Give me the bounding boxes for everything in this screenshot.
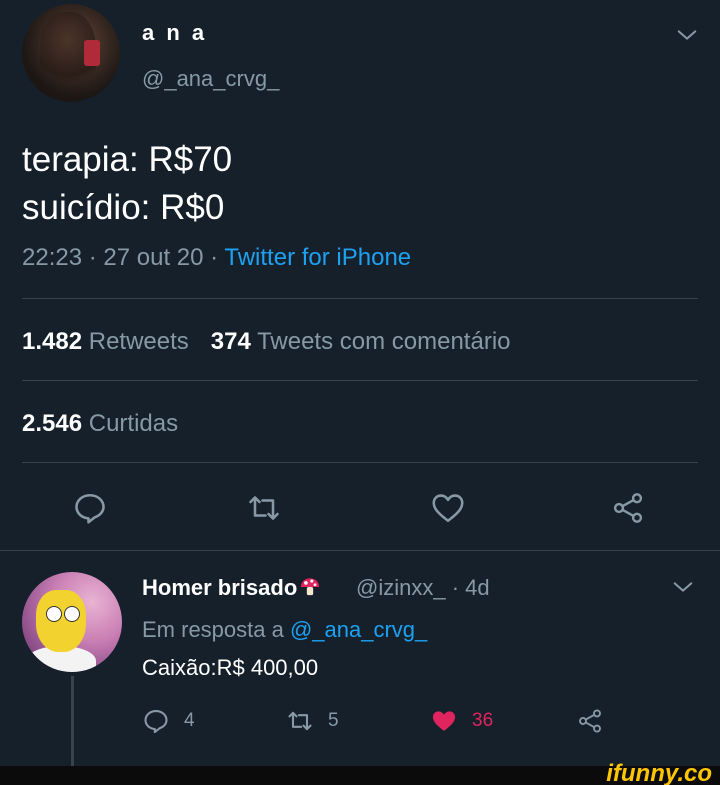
reply-icon[interactable] <box>72 490 108 526</box>
in-reply-to: Em resposta a @_ana_crvg_ <box>142 617 427 643</box>
likes-label: Curtidas <box>88 410 179 437</box>
retweet-icon <box>288 711 312 731</box>
reply-reply-button[interactable]: 4 <box>142 706 195 736</box>
watermark-logo: ifunny.co <box>606 760 712 785</box>
reply-age: · 4d <box>451 575 490 600</box>
in-reply-to-mention[interactable]: @_ana_crvg_ <box>290 617 427 642</box>
reply-retweet-button[interactable]: 5 <box>286 706 339 736</box>
reply-handle-text: @izinxx_ <box>356 575 446 600</box>
author-avatar[interactable] <box>22 4 120 102</box>
retweets-label: Retweets <box>88 328 189 355</box>
like-count: 36 <box>472 710 494 731</box>
reply-count: 4 <box>184 710 195 731</box>
in-reply-to-prefix: Em resposta a <box>142 617 284 642</box>
reply-tweet-text: Caixão:R$ 400,00 <box>142 655 319 680</box>
mushroom-icon <box>301 578 320 596</box>
tweet-meta: 22:23 · 27 out 20 · Twitter for iPhone <box>22 244 411 272</box>
reply-icon <box>144 710 168 734</box>
retweet-count: 5 <box>328 710 339 731</box>
likes-stat[interactable]: 2.546 Curtidas <box>22 410 178 438</box>
share-icon[interactable] <box>610 490 646 526</box>
chevron-down-icon[interactable] <box>672 576 694 598</box>
tweet-text: terapia: R$70 suicídio: R$0 <box>22 140 233 227</box>
tweet-source-link[interactable]: Twitter for iPhone <box>224 244 411 271</box>
reply-author-handle[interactable]: @izinxx_ · 4d <box>356 575 490 601</box>
thread-line <box>71 676 74 766</box>
chevron-down-icon[interactable] <box>676 24 698 46</box>
reply-display-name: Homer brisado <box>142 575 298 600</box>
retweets-count: 1.482 <box>22 328 83 355</box>
quotes-label: Tweets com comentário <box>257 328 511 355</box>
reply-share-button[interactable] <box>576 706 604 736</box>
meta-separator: · <box>203 244 225 271</box>
divider <box>22 298 698 299</box>
author-display-name[interactable]: a n a <box>142 20 207 46</box>
retweet-icon[interactable] <box>246 490 282 526</box>
likes-count: 2.546 <box>22 410 83 437</box>
reply-like-button[interactable]: 36 <box>430 706 493 736</box>
reply-author-avatar[interactable] <box>22 572 122 672</box>
quotes-stat[interactable]: 374 Tweets com comentário <box>211 328 511 355</box>
tweet-time: 22:23 <box>22 244 83 271</box>
divider <box>22 462 698 463</box>
divider <box>0 550 720 551</box>
tweet-detail-page: a n a @_ana_crvg_ terapia: R$70 suicídio… <box>0 0 720 785</box>
tweet-date: 27 out 20 <box>103 244 204 271</box>
author-handle[interactable]: @_ana_crvg_ <box>142 66 279 92</box>
quotes-count: 374 <box>210 328 251 355</box>
meta-separator: · <box>82 244 104 271</box>
reply-author-name[interactable]: Homer brisado <box>142 575 321 601</box>
share-icon <box>579 709 601 733</box>
heart-icon[interactable] <box>430 490 466 526</box>
retweets-stat[interactable]: 1.482 Retweets <box>22 328 189 355</box>
heart-icon <box>432 711 456 731</box>
retweet-stats: 1.482 Retweets 374 Tweets com comentário <box>22 328 511 356</box>
divider <box>22 380 698 381</box>
